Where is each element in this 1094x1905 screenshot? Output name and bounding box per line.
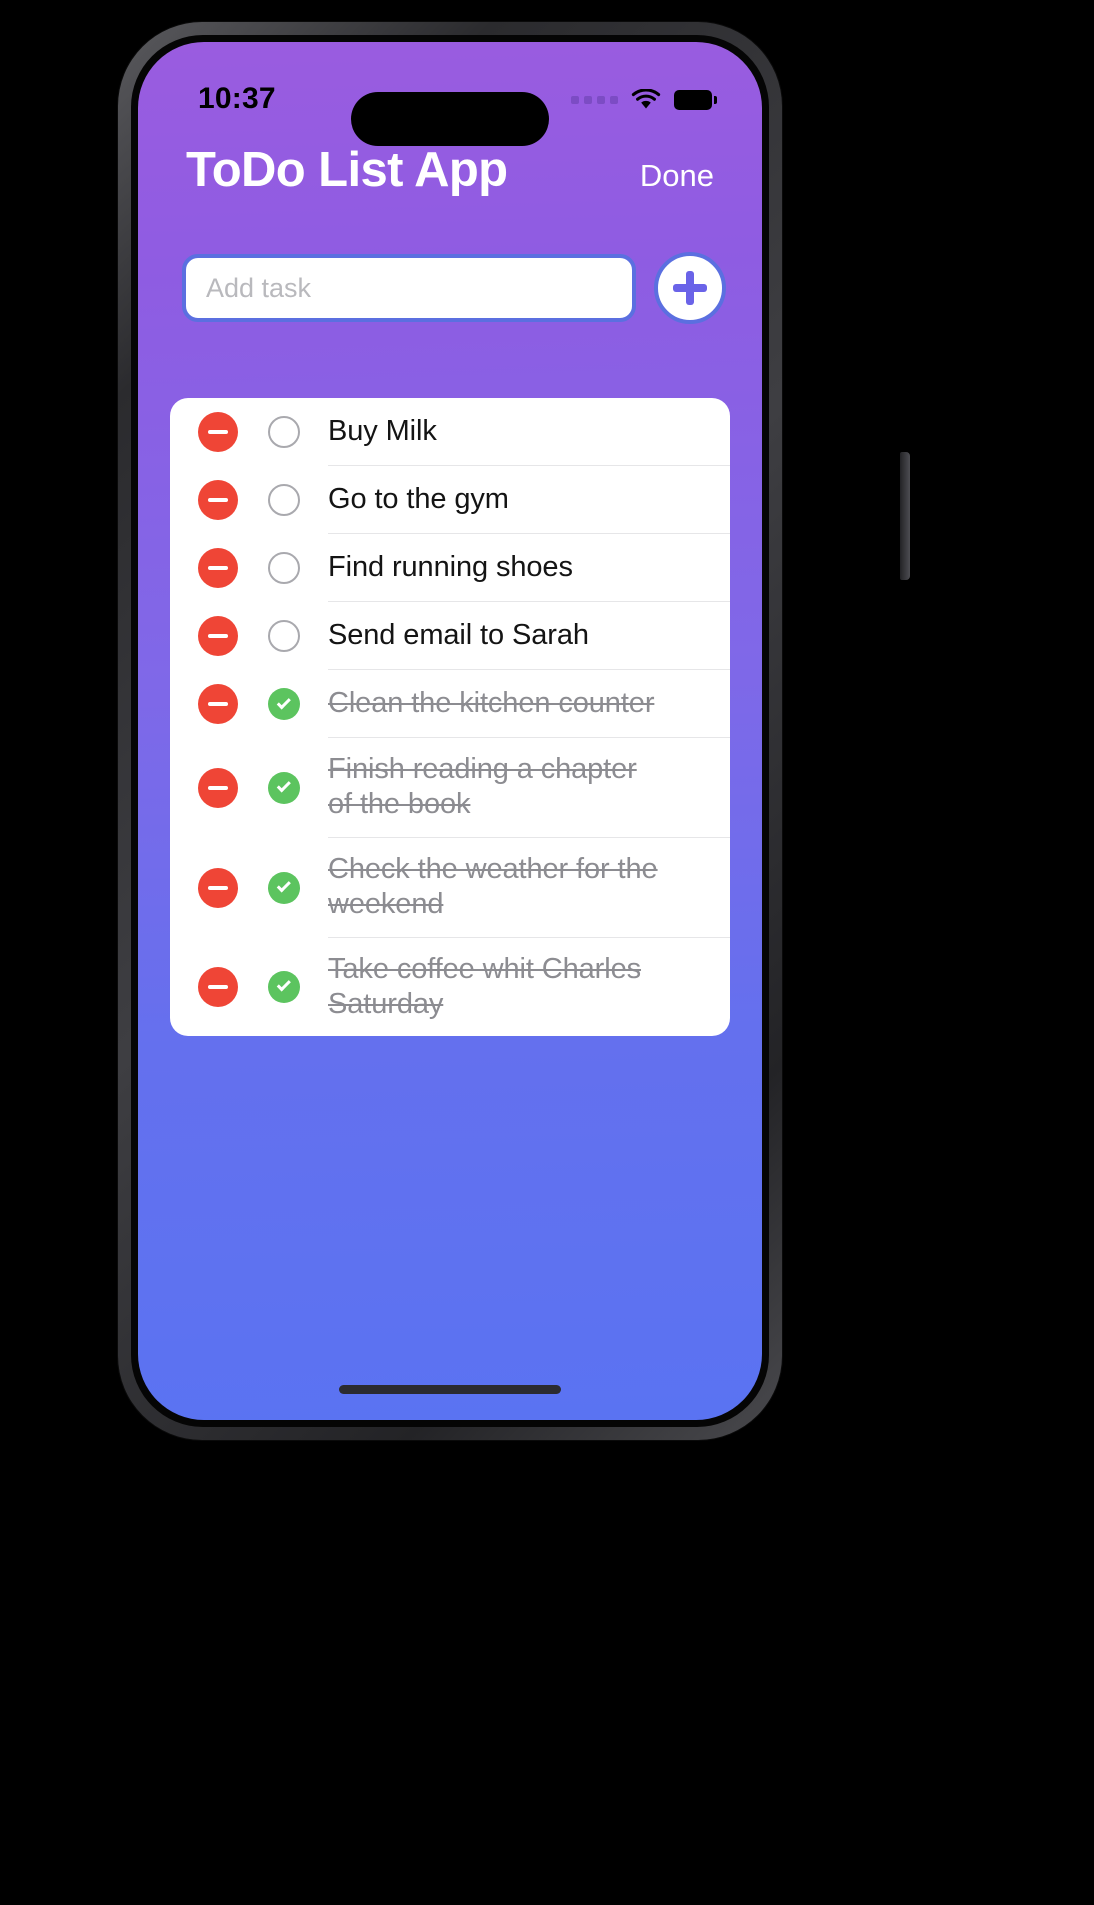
task-label: Send email to Sarah (328, 618, 589, 651)
task-row: Clean the kitchen counter (170, 670, 730, 738)
task-row: Take coffee whit Charles Saturday (170, 938, 730, 1037)
delete-task-button[interactable] (198, 616, 238, 656)
done-button[interactable]: Done (638, 152, 716, 200)
task-text-container: Check the weather for the weekend (328, 838, 730, 938)
add-task-bar (138, 252, 762, 324)
battery-full-icon (674, 90, 717, 110)
task-text-container: Clean the kitchen counter (328, 670, 730, 738)
app-header: ToDo List App Done (138, 146, 762, 200)
delete-task-button[interactable] (198, 548, 238, 588)
task-checkbox-checked[interactable] (268, 688, 300, 720)
phone-screen: 10:37 ToDo List App Done Add task Buy Mi… (138, 42, 762, 1420)
task-checkbox-checked[interactable] (268, 871, 300, 904)
status-indicators (571, 88, 717, 111)
phone-frame: 10:37 ToDo List App Done Add task Buy Mi… (118, 22, 910, 1440)
minus-icon (208, 984, 228, 989)
delete-task-button[interactable] (198, 966, 238, 1007)
delete-task-button[interactable] (198, 684, 238, 724)
dynamic-island (351, 92, 549, 146)
plus-icon (673, 271, 707, 305)
signal-dots-icon (571, 96, 618, 104)
task-row: Finish reading a chapter of the book (170, 738, 730, 838)
delete-task-button[interactable] (198, 412, 238, 452)
minus-icon (208, 566, 228, 570)
delete-task-button[interactable] (198, 480, 238, 520)
minus-icon (208, 498, 228, 502)
delete-task-button[interactable] (198, 867, 238, 908)
minus-icon (208, 785, 228, 790)
delete-task-button[interactable] (198, 767, 238, 808)
task-label: Finish reading a chapter of the book (328, 753, 637, 821)
task-text-container: Go to the gym (328, 466, 730, 534)
task-row: Find running shoes (170, 534, 730, 602)
task-row: Buy Milk (170, 398, 730, 466)
task-text-container: Send email to Sarah (328, 602, 730, 670)
task-label: Find running shoes (328, 550, 573, 583)
minus-icon (208, 702, 228, 706)
task-text-container: Find running shoes (328, 534, 730, 602)
task-checkbox-unchecked[interactable] (268, 484, 300, 516)
task-row: Go to the gym (170, 466, 730, 534)
task-label: Clean the kitchen counter (328, 686, 655, 719)
task-text-container: Finish reading a chapter of the book (328, 738, 730, 838)
task-checkbox-unchecked[interactable] (268, 620, 300, 652)
task-list: Buy Milk Go to the gym Find running shoes S… (170, 398, 730, 1037)
wifi-icon (631, 88, 661, 111)
check-icon (276, 977, 291, 992)
task-row: Check the weather for the weekend (170, 838, 730, 938)
task-label: Go to the gym (328, 482, 509, 515)
task-checkbox-checked[interactable] (268, 970, 300, 1003)
task-label: Take coffee whit Charles Saturday (328, 952, 642, 1020)
phone-bezel: 10:37 ToDo List App Done Add task Buy Mi… (131, 35, 769, 1427)
power-button[interactable] (900, 452, 910, 580)
minus-icon (208, 885, 228, 890)
add-task-input[interactable] (182, 254, 636, 322)
task-row: Send email to Sarah (170, 602, 730, 670)
check-icon (276, 778, 291, 793)
status-time: 10:37 (198, 82, 276, 115)
status-bar: 10:37 (138, 42, 762, 146)
task-text-container: Take coffee whit Charles Saturday (328, 938, 730, 1037)
task-checkbox-unchecked[interactable] (268, 552, 300, 584)
task-checkbox-unchecked[interactable] (268, 416, 300, 448)
add-task-button[interactable] (654, 252, 726, 324)
check-icon (276, 694, 291, 709)
home-indicator[interactable] (339, 1385, 561, 1394)
task-label: Check the weather for the weekend (328, 852, 658, 921)
task-checkbox-checked[interactable] (268, 771, 300, 804)
task-label: Buy Milk (328, 414, 437, 447)
page-title: ToDo List App (186, 143, 508, 197)
minus-icon (208, 430, 228, 434)
task-text-container: Buy Milk (328, 398, 730, 466)
minus-icon (208, 634, 228, 638)
check-icon (276, 878, 291, 893)
